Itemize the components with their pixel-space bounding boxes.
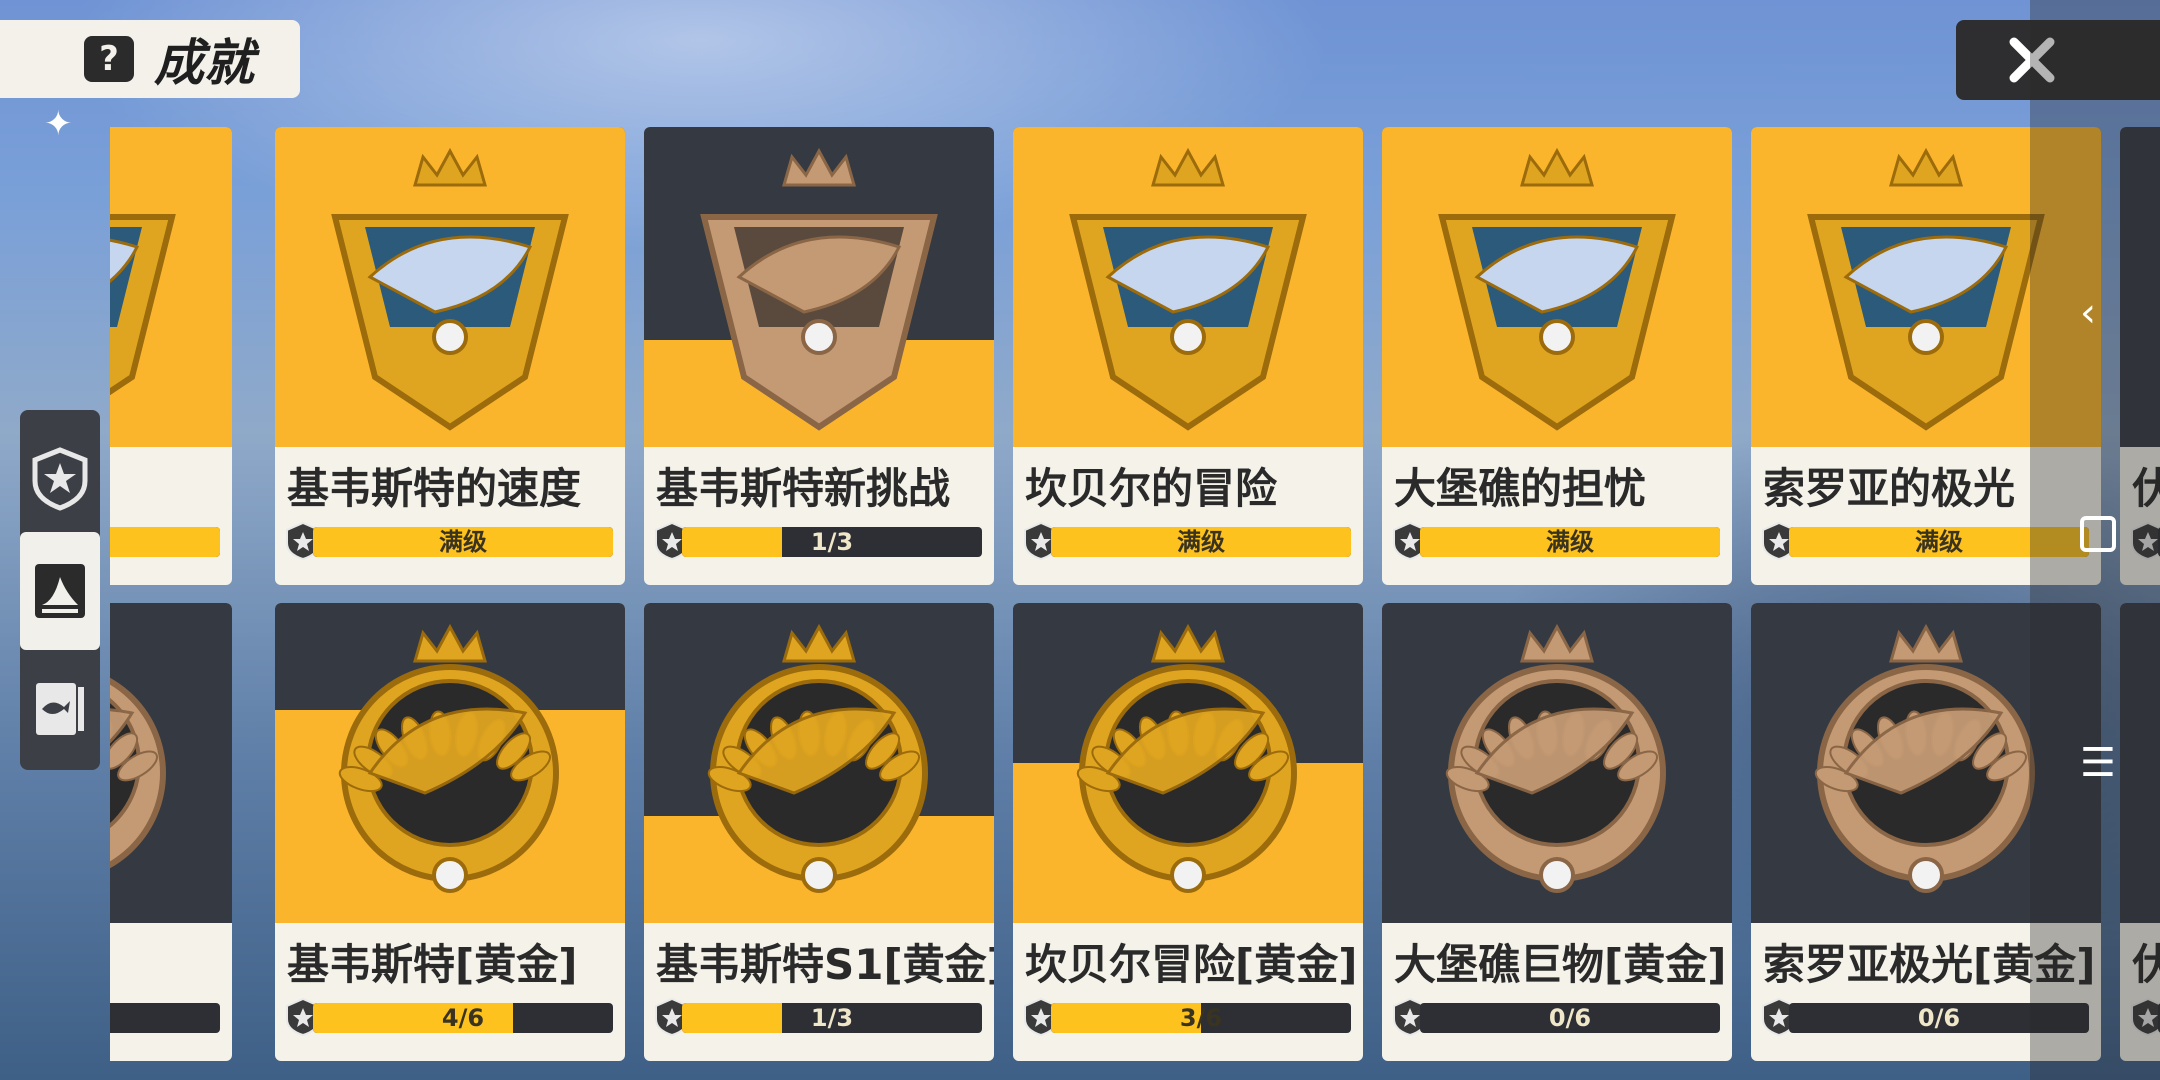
achievement-card[interactable]: 级	[110, 127, 232, 585]
achievement-card[interactable]: 坎贝尔冒险[黄金] 3/6	[1013, 603, 1363, 1061]
achievement-title: 基韦斯特S1[黄金]	[656, 940, 994, 989]
progress-bar: 满级	[1420, 527, 1720, 557]
progress-label: 1/3	[810, 1004, 854, 1032]
side-nav	[20, 410, 100, 770]
sparkle-icon: ✦	[44, 104, 73, 144]
progress-bar: 6	[110, 1003, 220, 1033]
achievement-art	[110, 127, 232, 447]
achievement-art	[644, 127, 994, 447]
achievement-grid: 级基韦斯特的速度满级基韦斯特新挑战1/3坎贝尔的冒险满级大堡礁的担忧满级索罗亚的…	[110, 125, 2160, 1065]
crest-medal-icon	[1069, 147, 1307, 431]
achievement-card[interactable]: [黄金]6	[110, 603, 232, 1061]
progress-bar: 1/3	[682, 1003, 982, 1033]
achievement-title: 基韦斯特[黄金]	[287, 940, 578, 989]
fish-book-icon	[36, 683, 84, 735]
achievement-card[interactable]: 基韦斯特[黄金] 4/6	[275, 603, 625, 1061]
page-header: ? 成就	[0, 20, 300, 98]
achievement-art	[275, 127, 625, 447]
progress-label: 3/6	[1179, 1004, 1223, 1032]
achievement-title: 基韦斯特新挑战	[656, 464, 951, 513]
achievement-title: 坎贝尔的冒险	[1025, 464, 1278, 513]
progress-bar: 满级	[1051, 527, 1351, 557]
shark-fin-icon	[35, 564, 85, 618]
laurel-medal-icon	[707, 623, 928, 893]
progress-label: 满级	[439, 528, 487, 556]
laurel-medal-icon	[1445, 623, 1666, 893]
achievement-art	[1013, 127, 1363, 447]
progress-bar: 3/6	[1051, 1003, 1351, 1033]
achievement-art	[275, 603, 625, 923]
laurel-medal-icon	[338, 623, 559, 893]
achievement-card[interactable]: 大堡礁巨物[黄金] 0/6	[1382, 603, 1732, 1061]
achievement-title: 基韦斯特的速度	[287, 464, 582, 513]
achievement-card[interactable]: 坎贝尔的冒险满级	[1013, 127, 1363, 585]
progress-bar: 满级	[313, 527, 613, 557]
achievement-title: 大堡礁巨物[黄金]	[1394, 940, 1727, 989]
achievement-title: 大堡礁的担忧	[1394, 464, 1647, 513]
menu-icon[interactable]: ☰	[2080, 740, 2116, 786]
progress-label: 满级	[1546, 528, 1594, 556]
page-title: 成就	[154, 34, 254, 92]
achievement-title: 索罗亚的极光	[1763, 464, 2016, 513]
star-shield-icon	[32, 447, 88, 511]
progress-label: 1/3	[810, 528, 854, 556]
achievement-art	[110, 603, 232, 923]
laurel-medal-icon	[1076, 623, 1297, 893]
crest-medal-icon	[110, 214, 176, 396]
progress-bar: 0/6	[1420, 1003, 1720, 1033]
progress-bar: 1/3	[682, 527, 982, 557]
crest-medal-icon	[700, 147, 938, 431]
progress-bar: 4/6	[313, 1003, 613, 1033]
side-nav-item-collection[interactable]	[20, 650, 100, 768]
side-nav-item-achievements[interactable]	[20, 420, 100, 538]
progress-label: 0/6	[1548, 1004, 1592, 1032]
progress-label: 6	[110, 1003, 220, 1033]
achievement-title: 坎贝尔冒险[黄金]	[1025, 940, 1358, 989]
achievement-card[interactable]: 基韦斯特的速度满级	[275, 127, 625, 585]
achievement-card[interactable]: 基韦斯特新挑战 1/3	[644, 127, 994, 585]
square-icon[interactable]	[2080, 516, 2116, 552]
side-nav-item-fish[interactable]	[20, 532, 100, 650]
achievement-card[interactable]: 基韦斯特S1[黄金] 1/3	[644, 603, 994, 1061]
question-mark-icon[interactable]: ?	[84, 36, 134, 82]
progress-label: 级	[110, 527, 220, 557]
progress-bar: 级	[110, 527, 220, 557]
progress-label: 4/6	[441, 1004, 485, 1032]
achievement-card[interactable]: 大堡礁的担忧满级	[1382, 127, 1732, 585]
achievement-art	[1013, 603, 1363, 923]
achievement-art	[1382, 127, 1732, 447]
crest-medal-icon	[331, 147, 569, 431]
laurel-medal-icon	[110, 677, 166, 869]
achievement-art	[1382, 603, 1732, 923]
chevron-left-icon[interactable]: ‹	[2080, 290, 2096, 336]
achievement-art	[644, 603, 994, 923]
crest-medal-icon	[1438, 147, 1676, 431]
progress-label: 满级	[1177, 528, 1225, 556]
